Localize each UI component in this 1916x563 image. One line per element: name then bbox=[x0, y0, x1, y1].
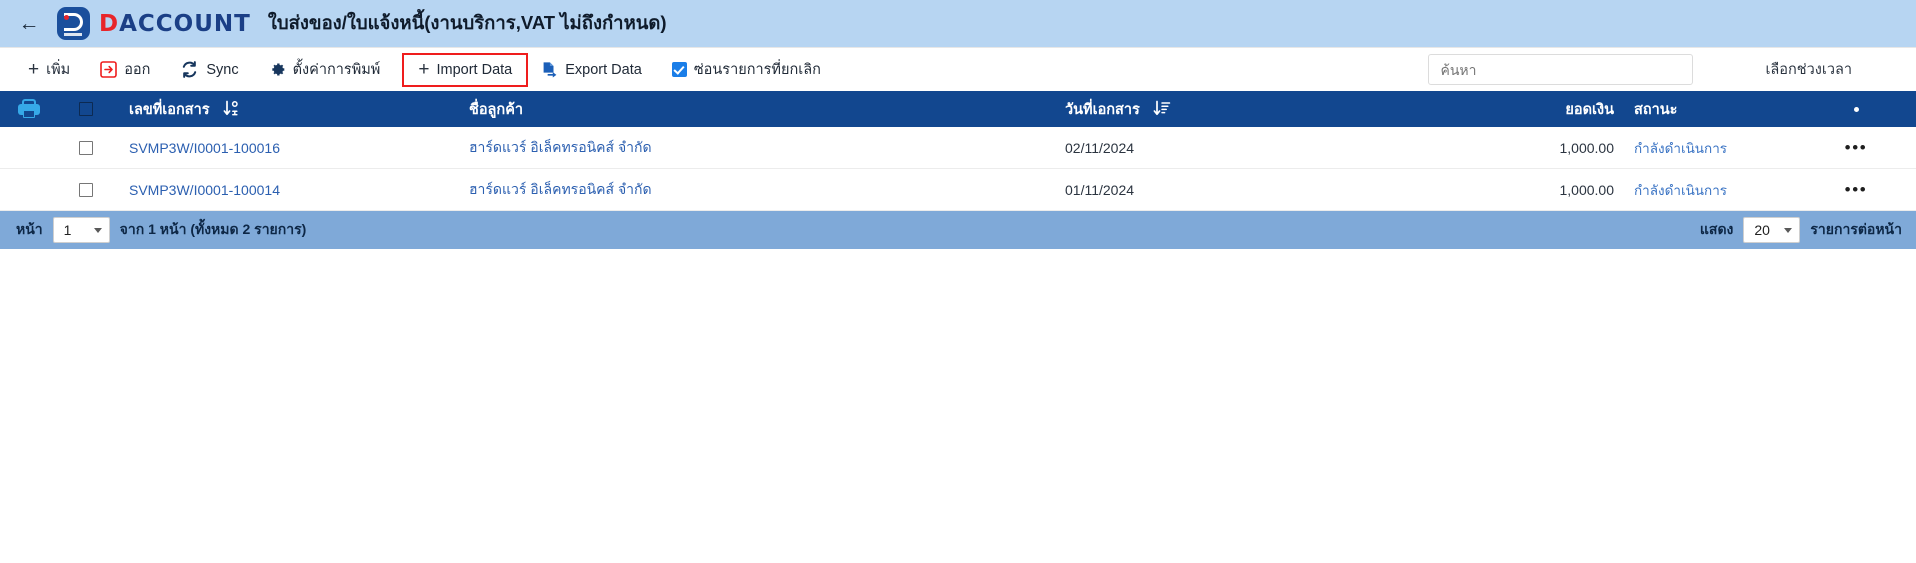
column-header-amount-label: ยอดเงิน bbox=[1565, 101, 1614, 118]
hide-cancelled-label: ซ่อนรายการที่ยกเลิก bbox=[693, 62, 821, 78]
date-range-picker[interactable]: เลือกช่วงเวลา bbox=[1765, 58, 1852, 81]
checkbox-checked-icon bbox=[671, 62, 687, 77]
hide-cancelled-checkbox[interactable]: ซ่อนรายการที่ยกเลิก bbox=[662, 53, 831, 87]
import-data-label: Import Data bbox=[436, 61, 513, 78]
doc-no-link[interactable]: SVMP3W/I0001-100016 bbox=[129, 140, 280, 156]
sync-button[interactable]: Sync bbox=[170, 53, 248, 87]
plus-icon: + bbox=[28, 59, 40, 80]
page-title: ใบส่งของ/ใบแจ้งหนี้(งานบริการ,VAT ไม่ถึง… bbox=[267, 12, 667, 33]
row-amount-cell: 1,000.00 bbox=[1559, 139, 1615, 156]
sync-button-label: Sync bbox=[206, 61, 239, 78]
sync-icon bbox=[180, 60, 199, 79]
import-data-button[interactable]: + Import Data bbox=[402, 52, 529, 87]
brand-rest: ACCOUNT bbox=[119, 10, 251, 37]
page-number-select[interactable]: 1 bbox=[52, 217, 110, 243]
row-customer-cell: ฮาร์ดแวร์ อิเล็คทรอนิคส์ จำกัด bbox=[465, 137, 1065, 159]
page-size-group: แสดง 20 รายการต่อหน้า bbox=[1700, 217, 1902, 243]
checkbox-icon bbox=[78, 102, 93, 116]
select-all-checkbox[interactable] bbox=[58, 102, 113, 116]
brand-prefix: D bbox=[99, 10, 120, 37]
table-body: SVMP3W/I0001-100016 ฮาร์ดแวร์ อิเล็คทรอนิ… bbox=[0, 127, 1916, 211]
print-column-header[interactable] bbox=[0, 99, 58, 119]
toolbar-right-group: เลือกช่วงเวลา bbox=[1428, 54, 1916, 85]
sort-alpha-icon bbox=[223, 100, 239, 117]
table-row[interactable]: SVMP3W/I0001-100016 ฮาร์ดแวร์ อิเล็คทรอนิ… bbox=[0, 127, 1916, 169]
page-size-value: 20 bbox=[1754, 222, 1770, 238]
table-pagination-footer: หน้า 1 จาก 1 หน้า (ทั้งหมด 2 รายการ) แสด… bbox=[0, 211, 1916, 249]
column-header-amount[interactable]: ยอดเงิน bbox=[1435, 98, 1620, 121]
row-doc-date-cell: 02/11/2024 bbox=[1065, 139, 1135, 156]
exit-button-label: ออก bbox=[124, 62, 151, 78]
more-options-icon: ••• bbox=[1844, 138, 1868, 157]
sort-descending-icon bbox=[1153, 100, 1171, 117]
status-badge[interactable]: กำลังดำเนินการ bbox=[1634, 141, 1727, 156]
export-file-icon bbox=[540, 61, 558, 79]
empty-page-area bbox=[0, 249, 1916, 563]
table-row[interactable]: SVMP3W/I0001-100014 ฮาร์ดแวร์ อิเล็คทรอนิ… bbox=[0, 169, 1916, 211]
chevron-down-icon bbox=[93, 227, 102, 233]
column-header-doc-no[interactable]: เลขที่เอกสาร bbox=[113, 98, 465, 121]
row-status-cell: กำลังดำเนินการ bbox=[1620, 137, 1796, 159]
table-header-row: เลขที่เอกสาร ชื่อลูกค้า วันที่เอกสาร ยอด… bbox=[0, 91, 1916, 127]
plus-icon: + bbox=[418, 59, 430, 80]
page-size-select[interactable]: 20 bbox=[1743, 217, 1801, 243]
row-amount-cell: 1,000.00 bbox=[1559, 181, 1615, 198]
toolbar: + เพิ่ม ออก Sync ตั้งค่าการพิมพ์ + Impor… bbox=[0, 47, 1916, 91]
brand-wordmark: DACCOUNT bbox=[99, 11, 251, 37]
more-options-icon: ••• bbox=[1844, 180, 1868, 199]
back-icon[interactable]: ← bbox=[12, 7, 46, 41]
row-select-checkbox[interactable] bbox=[58, 182, 113, 197]
row-actions-button[interactable]: ••• bbox=[1796, 181, 1916, 198]
printer-icon bbox=[18, 99, 40, 119]
dot-icon bbox=[1853, 106, 1859, 112]
page-label: หน้า bbox=[16, 221, 43, 237]
page-total-label: จาก 1 หน้า (ทั้งหมด 2 รายการ) bbox=[119, 221, 307, 237]
row-customer-cell: ฮาร์ดแวร์ อิเล็คทรอนิคส์ จำกัด bbox=[465, 179, 1065, 201]
row-doc-no-cell: SVMP3W/I0001-100016 bbox=[113, 140, 465, 156]
column-header-doc-date[interactable]: วันที่เอกสาร bbox=[1065, 98, 1435, 121]
exit-icon bbox=[100, 61, 117, 78]
customer-link[interactable]: ฮาร์ดแวร์ อิเล็คทรอนิคส์ จำกัด bbox=[469, 181, 652, 197]
row-select-checkbox[interactable] bbox=[58, 140, 113, 155]
row-actions-button[interactable]: ••• bbox=[1796, 139, 1916, 156]
row-doc-date-cell: 01/11/2024 bbox=[1065, 181, 1135, 198]
checkbox-icon bbox=[78, 182, 93, 197]
exit-button[interactable]: ออก bbox=[90, 53, 160, 87]
checkbox-icon bbox=[78, 140, 93, 155]
gear-icon bbox=[269, 61, 286, 78]
show-label: แสดง bbox=[1699, 221, 1734, 237]
chevron-down-icon bbox=[1784, 227, 1793, 233]
column-header-customer-label: ชื่อลูกค้า bbox=[469, 101, 524, 118]
column-header-doc-no-label: เลขที่เอกสาร bbox=[129, 101, 210, 118]
doc-no-link[interactable]: SVMP3W/I0001-100014 bbox=[129, 182, 280, 198]
customer-link[interactable]: ฮาร์ดแวร์ อิเล็คทรอนิคส์ จำกัด bbox=[469, 139, 652, 155]
column-header-status-label: สถานะ bbox=[1634, 101, 1678, 118]
page-number-value: 1 bbox=[63, 222, 72, 238]
search-input[interactable] bbox=[1428, 54, 1694, 85]
column-header-customer[interactable]: ชื่อลูกค้า bbox=[465, 98, 1065, 121]
print-settings-label: ตั้งค่าการพิมพ์ bbox=[292, 62, 381, 78]
column-header-status[interactable]: สถานะ bbox=[1620, 98, 1796, 121]
row-doc-no-cell: SVMP3W/I0001-100014 bbox=[113, 182, 465, 198]
add-button-label: เพิ่ม bbox=[46, 62, 71, 78]
export-data-button[interactable]: Export Data bbox=[530, 53, 652, 87]
per-page-label: รายการต่อหน้า bbox=[1810, 221, 1902, 237]
documents-table: เลขที่เอกสาร ชื่อลูกค้า วันที่เอกสาร ยอด… bbox=[0, 91, 1916, 211]
row-status-cell: กำลังดำเนินการ bbox=[1620, 179, 1796, 201]
column-header-actions[interactable] bbox=[1796, 106, 1916, 112]
export-data-label: Export Data bbox=[565, 61, 642, 78]
column-header-doc-date-label: วันที่เอกสาร bbox=[1065, 101, 1140, 118]
status-badge[interactable]: กำลังดำเนินการ bbox=[1634, 183, 1727, 198]
add-button[interactable]: + เพิ่ม bbox=[18, 53, 80, 87]
app-bar: ← DACCOUNT ใบส่งของ/ใบแจ้งหนี้(งานบริการ… bbox=[0, 0, 1916, 47]
print-settings-button[interactable]: ตั้งค่าการพิมพ์ bbox=[259, 53, 391, 87]
daccount-logo-icon bbox=[57, 7, 90, 40]
